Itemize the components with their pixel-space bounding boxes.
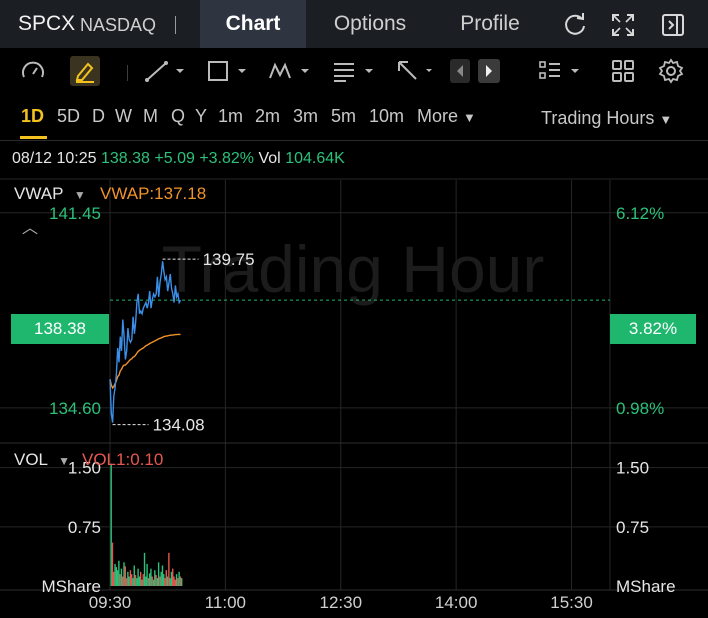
volume-bar: [181, 578, 183, 586]
volume-bar: [151, 576, 153, 586]
price-axis-label-bottom: 134.60: [49, 399, 101, 418]
volume-bar: [111, 542, 114, 586]
volume-bar: [136, 578, 138, 586]
volume-bar: [128, 576, 130, 586]
vol-name-text: VOL: [14, 450, 48, 469]
vol-axis-label-mid: 0.75: [68, 518, 101, 537]
volume-bar: [133, 565, 135, 586]
volume-bar: [179, 576, 182, 586]
volume-bar: [115, 567, 118, 586]
volume-bar: [157, 562, 160, 586]
volume-bar: [170, 571, 173, 586]
time-axis-label: 09:30: [89, 593, 132, 612]
volume-bar: [165, 570, 168, 586]
vwap-indicator-name[interactable]: VWAP ▼: [14, 184, 86, 204]
volume-bar: [156, 578, 159, 586]
volume-bar: [145, 576, 147, 586]
volume-bar: [125, 578, 128, 586]
volume-bar: [178, 571, 180, 586]
vwap-value: VWAP:137.18: [100, 184, 207, 203]
volume-bar: [159, 576, 161, 586]
caret-down-icon: ▼: [58, 454, 71, 468]
volume-bar: [127, 571, 129, 586]
volume-bar: [175, 574, 178, 586]
volume-bar: [129, 570, 132, 586]
volume-bar: [143, 552, 146, 586]
vol-axis-label-top-right: 1.50: [616, 459, 649, 478]
pct-axis-label-bottom: 0.98%: [616, 399, 664, 418]
volume-bar: [141, 579, 143, 586]
volume-bar: [150, 568, 152, 586]
volume-bar: [154, 570, 156, 586]
volume-bar: [114, 563, 116, 586]
volume-bar: [134, 574, 137, 586]
caret-down-icon: ▼: [73, 188, 86, 202]
volume-bar: [174, 579, 176, 586]
volume-bar: [168, 552, 170, 586]
volume-bar: [138, 576, 141, 586]
volume-bar: [146, 563, 148, 586]
volume-bar: [123, 562, 125, 586]
volume-bar: [169, 578, 171, 586]
time-axis-label: 15:30: [550, 593, 593, 612]
volume-bar: [122, 576, 124, 586]
vol-value: VOL1:0.10: [82, 450, 164, 469]
vol-axis-label-mid-right: 0.75: [616, 518, 649, 537]
volume-bar: [137, 568, 139, 586]
volume-bar: [166, 576, 169, 586]
volume-bar: [160, 571, 162, 586]
intraday-chart[interactable]: Trading Hour 139.75134.08141.45134.606.1…: [0, 0, 708, 618]
volume-bar: [118, 560, 120, 586]
high-annotation: 139.75: [203, 250, 255, 269]
volume-bar: [164, 578, 166, 586]
volume-bar: [131, 574, 133, 586]
time-axis-label: 11:00: [205, 593, 246, 612]
volume-bar: [163, 574, 165, 586]
volume-bar: [173, 576, 175, 586]
collapse-chevron-icon[interactable]: ︿: [22, 214, 38, 238]
vwap-name-text: VWAP: [14, 184, 64, 203]
current-price-badge: 138.38: [11, 314, 109, 344]
vol-indicator-name[interactable]: VOL ▼: [14, 450, 70, 470]
current-pct-badge: 3.82%: [610, 314, 696, 344]
volume-bar: [155, 574, 157, 586]
time-axis-label: 12:30: [319, 593, 362, 612]
volume-bar: [110, 463, 112, 586]
volume-bar: [139, 571, 142, 586]
pct-axis-label-top: 6.12%: [616, 204, 664, 223]
volume-bar: [142, 574, 144, 586]
volume-bar: [119, 574, 121, 586]
volume-bar: [161, 565, 164, 586]
volume-bar: [172, 568, 174, 586]
volume-bar: [132, 578, 134, 586]
vol-axis-unit-right: MShare: [616, 577, 676, 596]
volume-bar: [116, 570, 119, 586]
volume-bar: [147, 578, 150, 586]
volume-bar: [124, 566, 126, 586]
volume-bar: [177, 578, 179, 586]
time-axis-label: 14:00: [435, 593, 478, 612]
volume-bar: [120, 568, 123, 586]
low-annotation: 134.08: [153, 416, 205, 435]
volume-bar: [113, 571, 115, 586]
price-axis-label-top: 141.45: [49, 204, 101, 223]
volume-bar: [152, 579, 155, 586]
volume-bar: [148, 573, 151, 586]
